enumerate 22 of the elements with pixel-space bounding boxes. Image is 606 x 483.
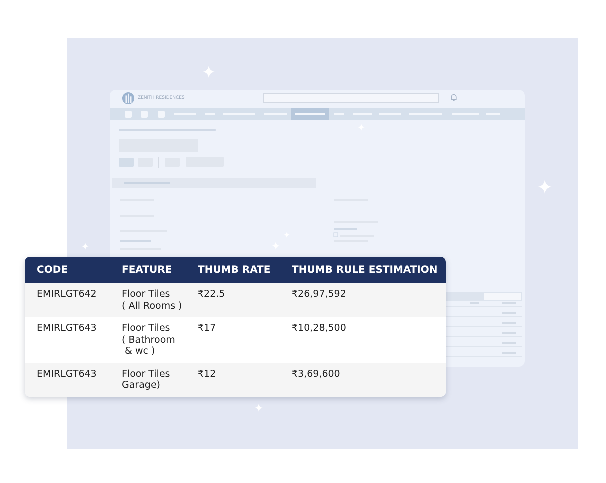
- table-cell-text: ₹26,97,592: [292, 289, 348, 300]
- bell-icon[interactable]: [450, 94, 458, 102]
- table-cell-text: Floor Tiles ( All Rooms ): [122, 289, 184, 312]
- sparkle-icon: [82, 243, 89, 250]
- table-cell-text: ₹17: [198, 323, 218, 334]
- table-cell-text: ₹12: [198, 368, 218, 380]
- table-cell-text: EMIRLGT643: [36, 323, 98, 334]
- table-cell-text: EMIRLGT642: [36, 289, 98, 300]
- sparkle-icon: [255, 404, 263, 412]
- table-cell-text: ₹3,69,600: [292, 368, 342, 380]
- column-header: THUMB RULE ESTIMATION: [292, 264, 439, 276]
- table-cell-text: EMIRLGT643: [36, 368, 98, 380]
- sparkle-icon: [203, 66, 215, 78]
- table-cell-text: ₹10,28,500: [292, 323, 348, 334]
- table-cell-text: Floor Tiles Garage): [122, 368, 172, 392]
- column-header: THUMB RATE: [198, 264, 272, 276]
- column-header: CODE: [36, 264, 69, 276]
- column-header: FEATURE: [122, 264, 174, 276]
- table-cell-text: ₹22.5: [198, 289, 226, 300]
- sparkle-icon: [538, 180, 552, 194]
- search-field[interactable]: [262, 93, 439, 103]
- table-cell-text: Floor Tiles ( Bathroom & wc ): [122, 323, 176, 358]
